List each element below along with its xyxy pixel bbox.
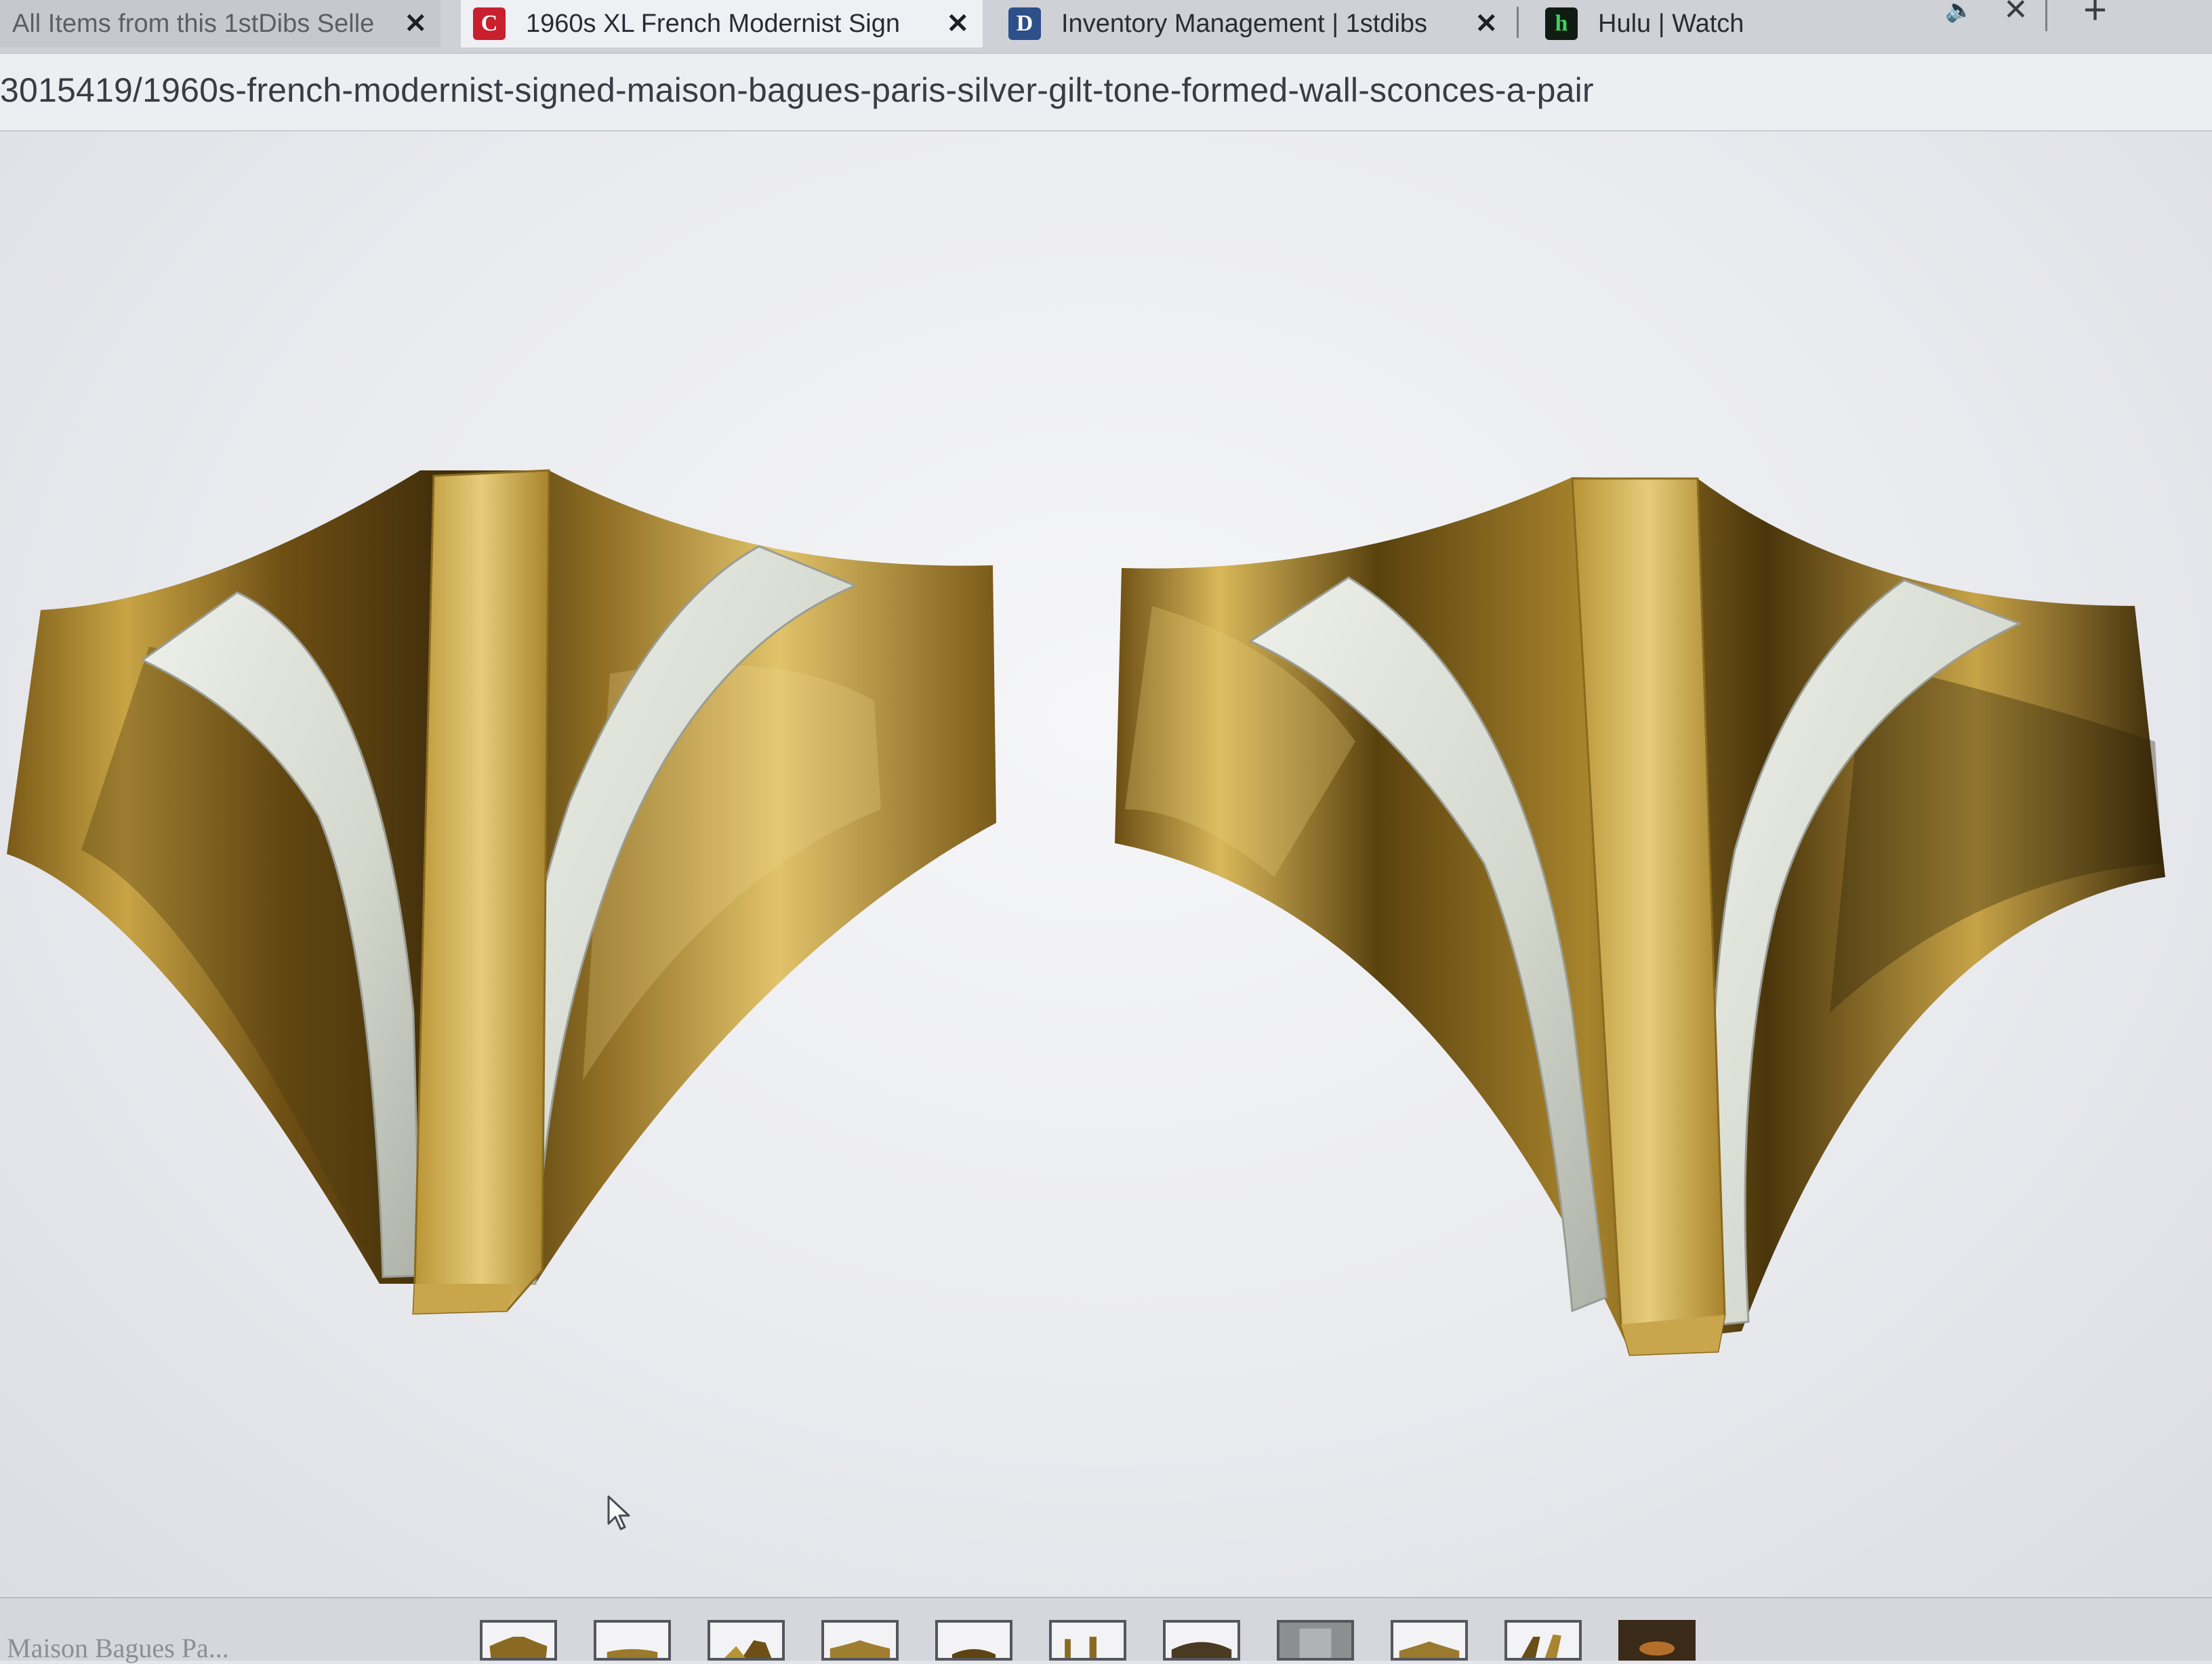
close-icon[interactable]: ✕	[2003, 0, 2028, 27]
mouse-cursor-icon	[607, 1495, 630, 1530]
url-text[interactable]: 3015419/1960s-french-modernist-signed-ma…	[0, 70, 1594, 110]
close-icon[interactable]: ✕	[404, 8, 427, 39]
right-sconce	[1115, 477, 2165, 1356]
product-image[interactable]	[0, 131, 2212, 1596]
close-icon[interactable]: ✕	[1475, 8, 1498, 39]
thumbnail[interactable]	[594, 1620, 671, 1661]
thumbnail[interactable]	[821, 1620, 899, 1661]
mute-icon[interactable]: 🔈	[1945, 0, 1973, 27]
left-sconce	[7, 469, 996, 1315]
tab-separator	[2045, 0, 2047, 31]
thumbnail-bar: Maison Bagues Pa...	[0, 1597, 2212, 1663]
tab-title: Inventory Management | 1stdibs	[1061, 9, 1428, 38]
product-page	[0, 131, 2212, 1596]
thumbnail[interactable]	[1277, 1620, 1354, 1661]
thumbnail[interactable]	[708, 1620, 785, 1661]
close-icon[interactable]: ✕	[946, 8, 969, 39]
new-tab-button[interactable]: +	[2083, 0, 2107, 31]
tab-1960s-french-modernist[interactable]: C 1960s XL French Modernist Sign ✕	[461, 0, 983, 47]
tab-all-items[interactable]: All Items from this 1stDibs Selle ✕	[0, 0, 441, 47]
address-bar[interactable]: 3015419/1960s-french-modernist-signed-ma…	[0, 54, 2212, 131]
tab-title: Hulu | Watch	[1598, 9, 1744, 38]
favicon-icon: h	[1545, 7, 1578, 40]
favicon-icon: C	[473, 7, 506, 40]
tab-hulu[interactable]: h Hulu | Watch	[1533, 0, 1980, 47]
tab-inventory-management[interactable]: D Inventory Management | 1stdibs ✕	[996, 0, 1511, 47]
thumbnail[interactable]	[1049, 1620, 1126, 1661]
thumbnail[interactable]	[1391, 1620, 1468, 1661]
thumbnail[interactable]	[1163, 1620, 1240, 1661]
thumbnail[interactable]	[935, 1620, 1012, 1661]
thumbnail[interactable]	[1504, 1620, 1582, 1661]
tab-title: All Items from this 1stDibs Selle	[12, 9, 375, 38]
tab-separator	[1517, 7, 1519, 38]
tab-strip: All Items from this 1stDibs Selle ✕ C 19…	[0, 0, 2212, 54]
thumbnail[interactable]	[480, 1620, 557, 1661]
thumbnail[interactable]	[1618, 1620, 1696, 1661]
favicon-icon: D	[1008, 7, 1041, 40]
tab-title: 1960s XL French Modernist Sign	[526, 9, 901, 38]
